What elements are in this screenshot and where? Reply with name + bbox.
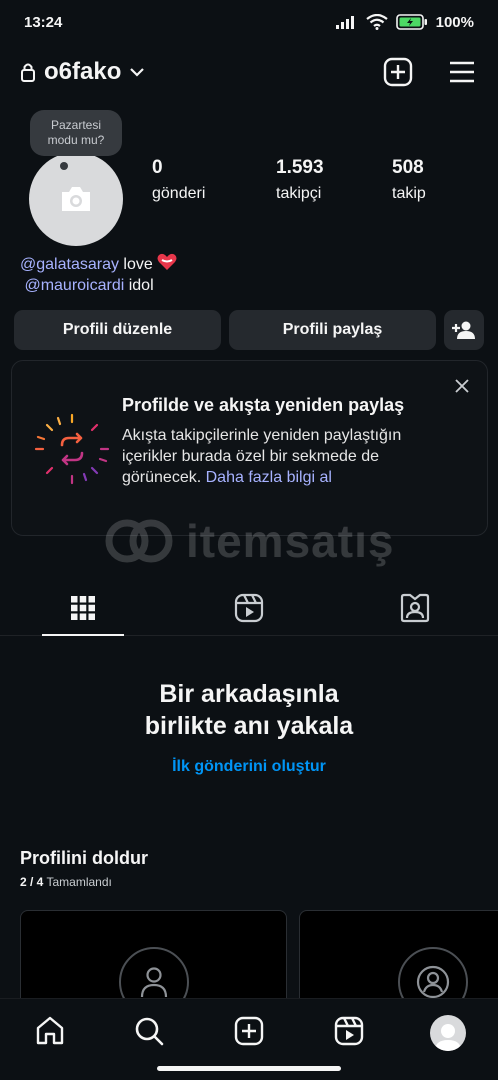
nav-create[interactable] — [229, 1015, 269, 1055]
bio-mention-galatasaray[interactable]: @galatasaray — [20, 256, 119, 273]
watermark-text: itemsatış — [186, 515, 395, 567]
reshare-card-title: Profilde ve akışta yeniden paylaş — [122, 395, 405, 415]
lock-icon — [21, 63, 35, 82]
status-time: 13:24 — [24, 13, 63, 31]
stat-posts-label: gönderi — [152, 185, 206, 202]
watermark-logo — [105, 519, 173, 563]
complete-profile-progress: 2 / 4 Tamamlandı — [20, 875, 112, 889]
nav-search[interactable] — [129, 1015, 169, 1055]
menu-button[interactable] — [446, 56, 478, 88]
tab-reels[interactable] — [166, 580, 332, 635]
profile-stats: 0 gönderi 1.593 takipçi 508 takip — [152, 157, 426, 203]
reshare-icon — [34, 413, 110, 485]
battery-icon — [395, 14, 427, 30]
stat-following-value: 508 — [392, 157, 424, 178]
reels-icon — [334, 1016, 363, 1046]
username: o6fako — [44, 58, 122, 85]
profile-actions: Profili düzenle Profili paylaş — [14, 310, 484, 350]
account-switcher[interactable]: o6fako — [20, 58, 145, 86]
tagged-person-icon — [400, 593, 430, 622]
note-bubble-tail — [60, 162, 68, 170]
home-icon — [36, 1016, 63, 1045]
search-icon — [136, 1017, 164, 1046]
stat-following-label: takip — [392, 185, 426, 202]
profile-bio: @galatasaray love @mauroicardi idol — [20, 253, 177, 296]
plus-square-icon — [383, 57, 413, 87]
person-icon — [140, 967, 168, 998]
profile-tabs — [0, 580, 498, 636]
stat-followers[interactable]: 1.593 takipçi — [276, 157, 392, 203]
profile-photo-icon — [416, 965, 450, 999]
complete-profile-title: Profilini doldur — [20, 848, 148, 868]
chevron-down-icon — [130, 68, 145, 77]
profile-header: o6fako — [0, 50, 498, 94]
nav-profile-avatar — [430, 1015, 467, 1051]
bio-line-1: @galatasaray love — [20, 253, 177, 275]
stat-followers-label: takipçi — [276, 185, 322, 202]
stat-posts[interactable]: 0 gönderi — [152, 157, 276, 203]
add-person-icon — [452, 321, 475, 339]
hamburger-menu-icon — [450, 61, 474, 83]
nav-profile[interactable] — [428, 1015, 468, 1055]
bio-text-1: love — [118, 256, 153, 273]
learn-more-link[interactable]: Daha fazla bilgi al — [206, 469, 332, 486]
note-bubble[interactable]: Pazartesi modu mu? — [30, 110, 122, 156]
battery-percent: 100% — [435, 13, 474, 31]
wifi-icon — [365, 14, 388, 30]
nav-reels[interactable] — [329, 1015, 369, 1055]
complete-profile-count: 2 / 4 — [20, 875, 44, 889]
status-bar: 13:24 100% — [0, 0, 498, 44]
edit-profile-button[interactable]: Profili düzenle — [14, 310, 221, 350]
home-indicator — [157, 1066, 341, 1071]
create-post-icon — [234, 1016, 264, 1046]
heart-icon — [157, 253, 177, 270]
avatar[interactable] — [29, 152, 123, 246]
share-profile-button[interactable]: Profili paylaş — [229, 310, 436, 350]
empty-state-title: Bir arkadaşınla birlikte anı yakala — [0, 678, 498, 742]
tab-tagged[interactable] — [332, 580, 498, 635]
reshare-info-card: Profilde ve akışta yeniden paylaş Akışta… — [11, 360, 488, 536]
complete-profile-status: Tamamlandı — [46, 875, 112, 889]
create-button[interactable] — [382, 56, 414, 88]
stat-following[interactable]: 508 takip — [392, 157, 426, 203]
tab-posts-grid[interactable] — [0, 580, 166, 636]
empty-state-title-line-1: Bir arkadaşınla — [159, 680, 339, 708]
bio-line-2: @mauroicardi idol — [20, 275, 177, 296]
camera-icon — [62, 187, 90, 211]
close-card-button[interactable] — [455, 379, 469, 398]
stat-followers-value: 1.593 — [276, 157, 324, 178]
status-icons: 100% — [335, 13, 474, 31]
reshare-card-body: Akışta takipçilerinle yeniden paylaştığı… — [122, 425, 442, 488]
reels-icon — [234, 593, 264, 622]
stat-posts-value: 0 — [152, 157, 163, 178]
create-first-post-link[interactable]: İlk gönderini oluştur — [0, 758, 498, 776]
default-avatar-icon — [435, 1024, 462, 1051]
empty-state-title-line-2: birlikte anı yakala — [144, 712, 354, 740]
grid-icon — [71, 595, 95, 620]
nav-home[interactable] — [30, 1015, 70, 1055]
profile-avatar-area: Pazartesi modu mu? — [20, 110, 130, 246]
close-icon — [455, 379, 469, 393]
watermark: itemsatış — [104, 514, 394, 568]
bio-mention-mauroicardi[interactable]: @mauroicardi — [24, 277, 124, 294]
discover-people-button[interactable] — [444, 310, 484, 350]
bio-text-2: idol — [124, 277, 154, 294]
signal-icon — [335, 16, 354, 29]
